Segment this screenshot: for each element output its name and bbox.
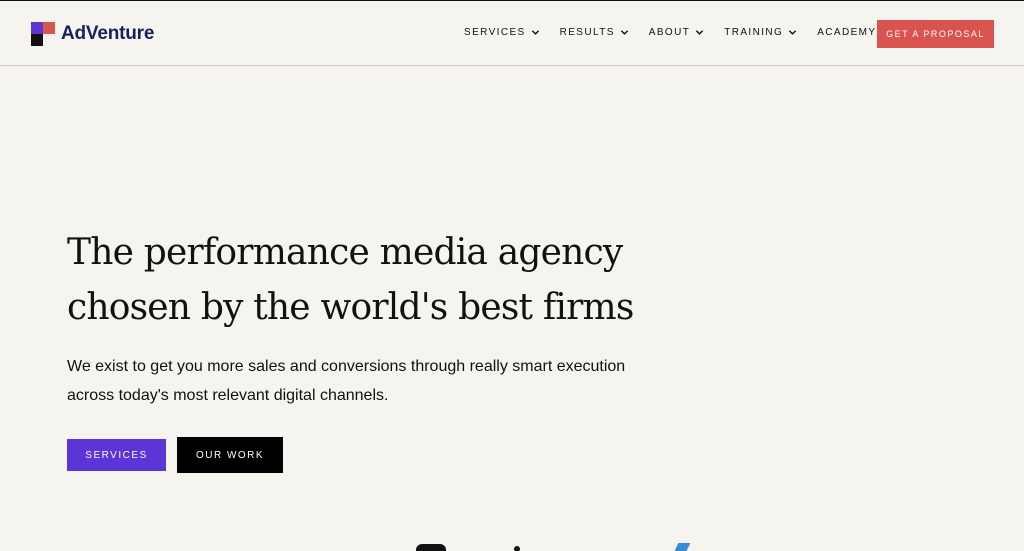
nav-item-about[interactable]: ABOUT: [649, 27, 704, 38]
client-logo-partial: [673, 543, 691, 551]
chevron-down-icon: [531, 30, 539, 35]
chevron-down-icon: [696, 30, 704, 35]
hero-title-line-2: chosen by the world's best firms: [67, 287, 634, 328]
hero-title-line-1: The performance media agency: [67, 232, 623, 273]
hero-subtitle: We exist to get you more sales and conve…: [67, 352, 647, 410]
services-button[interactable]: SERVICES: [67, 439, 166, 471]
nav-item-services[interactable]: SERVICES: [464, 27, 540, 38]
main-nav: SERVICES RESULTS ABOUT TRAINING ACADEMY: [464, 27, 896, 38]
our-work-button[interactable]: OUR WORK: [177, 437, 283, 473]
nav-item-label: SERVICES: [464, 27, 526, 38]
chevron-down-icon: [789, 30, 797, 35]
client-logo-partial: [514, 546, 520, 551]
nav-item-training[interactable]: TRAINING: [724, 27, 797, 38]
client-logo-partial: [416, 544, 446, 551]
hero-subtitle-line-1: We exist to get you more sales and conve…: [67, 358, 626, 375]
nav-item-results[interactable]: RESULTS: [560, 27, 629, 38]
nav-item-label: TRAINING: [724, 27, 784, 38]
nav-item-academy[interactable]: ACADEMY: [817, 27, 876, 38]
client-logos-strip: [0, 535, 1024, 551]
logo-mark-icon: [31, 22, 55, 46]
brand-logo[interactable]: AdVenture: [31, 21, 154, 47]
hero-title: The performance media agency chosen by t…: [67, 225, 667, 335]
nav-item-label: ACADEMY: [817, 27, 877, 38]
hero-subtitle-line-2: across today's most relevant digital cha…: [67, 387, 389, 404]
brand-name: AdVenture: [61, 23, 155, 44]
nav-item-label: RESULTS: [559, 27, 615, 38]
nav-item-label: ABOUT: [648, 27, 691, 38]
get-proposal-button[interactable]: GET A PROPOSAL: [877, 20, 994, 48]
chevron-down-icon: [620, 30, 628, 35]
site-header: AdVenture SERVICES RESULTS ABOUT TRAININ…: [0, 1, 1024, 66]
